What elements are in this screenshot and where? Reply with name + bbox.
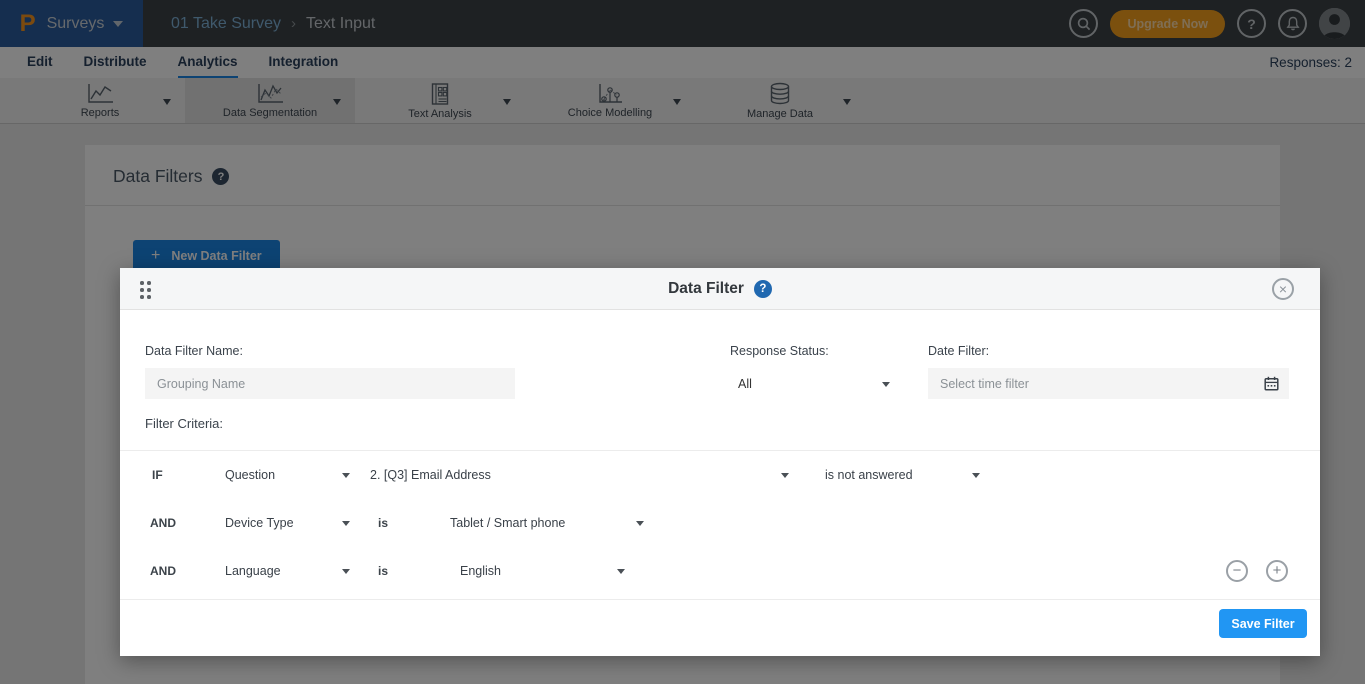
close-icon[interactable]: ×: [1272, 278, 1294, 300]
modal-title: Data Filter: [668, 280, 744, 298]
filter-name-label: Data Filter Name:: [145, 344, 243, 358]
value-select[interactable]: Tablet / Smart phone: [450, 516, 565, 530]
add-criteria-button[interactable]: +: [1266, 560, 1288, 582]
chevron-down-icon[interactable]: [342, 473, 350, 482]
divider: [120, 599, 1320, 600]
chevron-down-icon[interactable]: [342, 569, 350, 578]
data-filter-modal: Data Filter ? × Data Filter Name: Respon…: [120, 268, 1320, 656]
response-status-select[interactable]: All: [730, 368, 892, 399]
operator-label: is: [378, 564, 388, 578]
remove-criteria-button[interactable]: −: [1226, 560, 1248, 582]
connector-label: AND: [150, 516, 176, 530]
filter-criteria-label: Filter Criteria:: [145, 416, 223, 431]
chevron-down-icon[interactable]: [617, 569, 625, 578]
field-select[interactable]: Question: [225, 468, 275, 482]
chevron-down-icon[interactable]: [781, 473, 789, 482]
field-select[interactable]: Device Type: [225, 516, 294, 530]
connector-label: IF: [152, 468, 163, 482]
response-status-value: All: [738, 377, 752, 391]
filter-name-input[interactable]: [145, 368, 515, 399]
date-filter-input[interactable]: Select time filter: [928, 368, 1289, 399]
divider: [120, 450, 1320, 451]
criteria-row-3: AND Language is English − +: [120, 554, 1320, 588]
criteria-row-2: AND Device Type is Tablet / Smart phone: [120, 506, 1320, 540]
response-status-label: Response Status:: [730, 344, 829, 358]
chevron-down-icon: [882, 382, 890, 391]
chevron-down-icon[interactable]: [972, 473, 980, 482]
operator-label: is: [378, 516, 388, 530]
chevron-down-icon[interactable]: [636, 521, 644, 530]
connector-label: AND: [150, 564, 176, 578]
chevron-down-icon[interactable]: [342, 521, 350, 530]
value-select[interactable]: English: [460, 564, 501, 578]
field-select[interactable]: Language: [225, 564, 281, 578]
modal-help-icon[interactable]: ?: [754, 280, 772, 298]
save-filter-button[interactable]: Save Filter: [1219, 609, 1307, 638]
condition-select[interactable]: is not answered: [825, 468, 913, 482]
date-filter-placeholder: Select time filter: [940, 377, 1029, 391]
calendar-icon[interactable]: [1264, 376, 1279, 394]
question-select[interactable]: 2. [Q3] Email Address: [370, 468, 491, 482]
date-filter-label: Date Filter:: [928, 344, 989, 358]
modal-header: Data Filter ? ×: [120, 268, 1320, 310]
modal-title-wrap: Data Filter ?: [120, 268, 1320, 310]
criteria-row-1: IF Question 2. [Q3] Email Address is not…: [120, 458, 1320, 492]
